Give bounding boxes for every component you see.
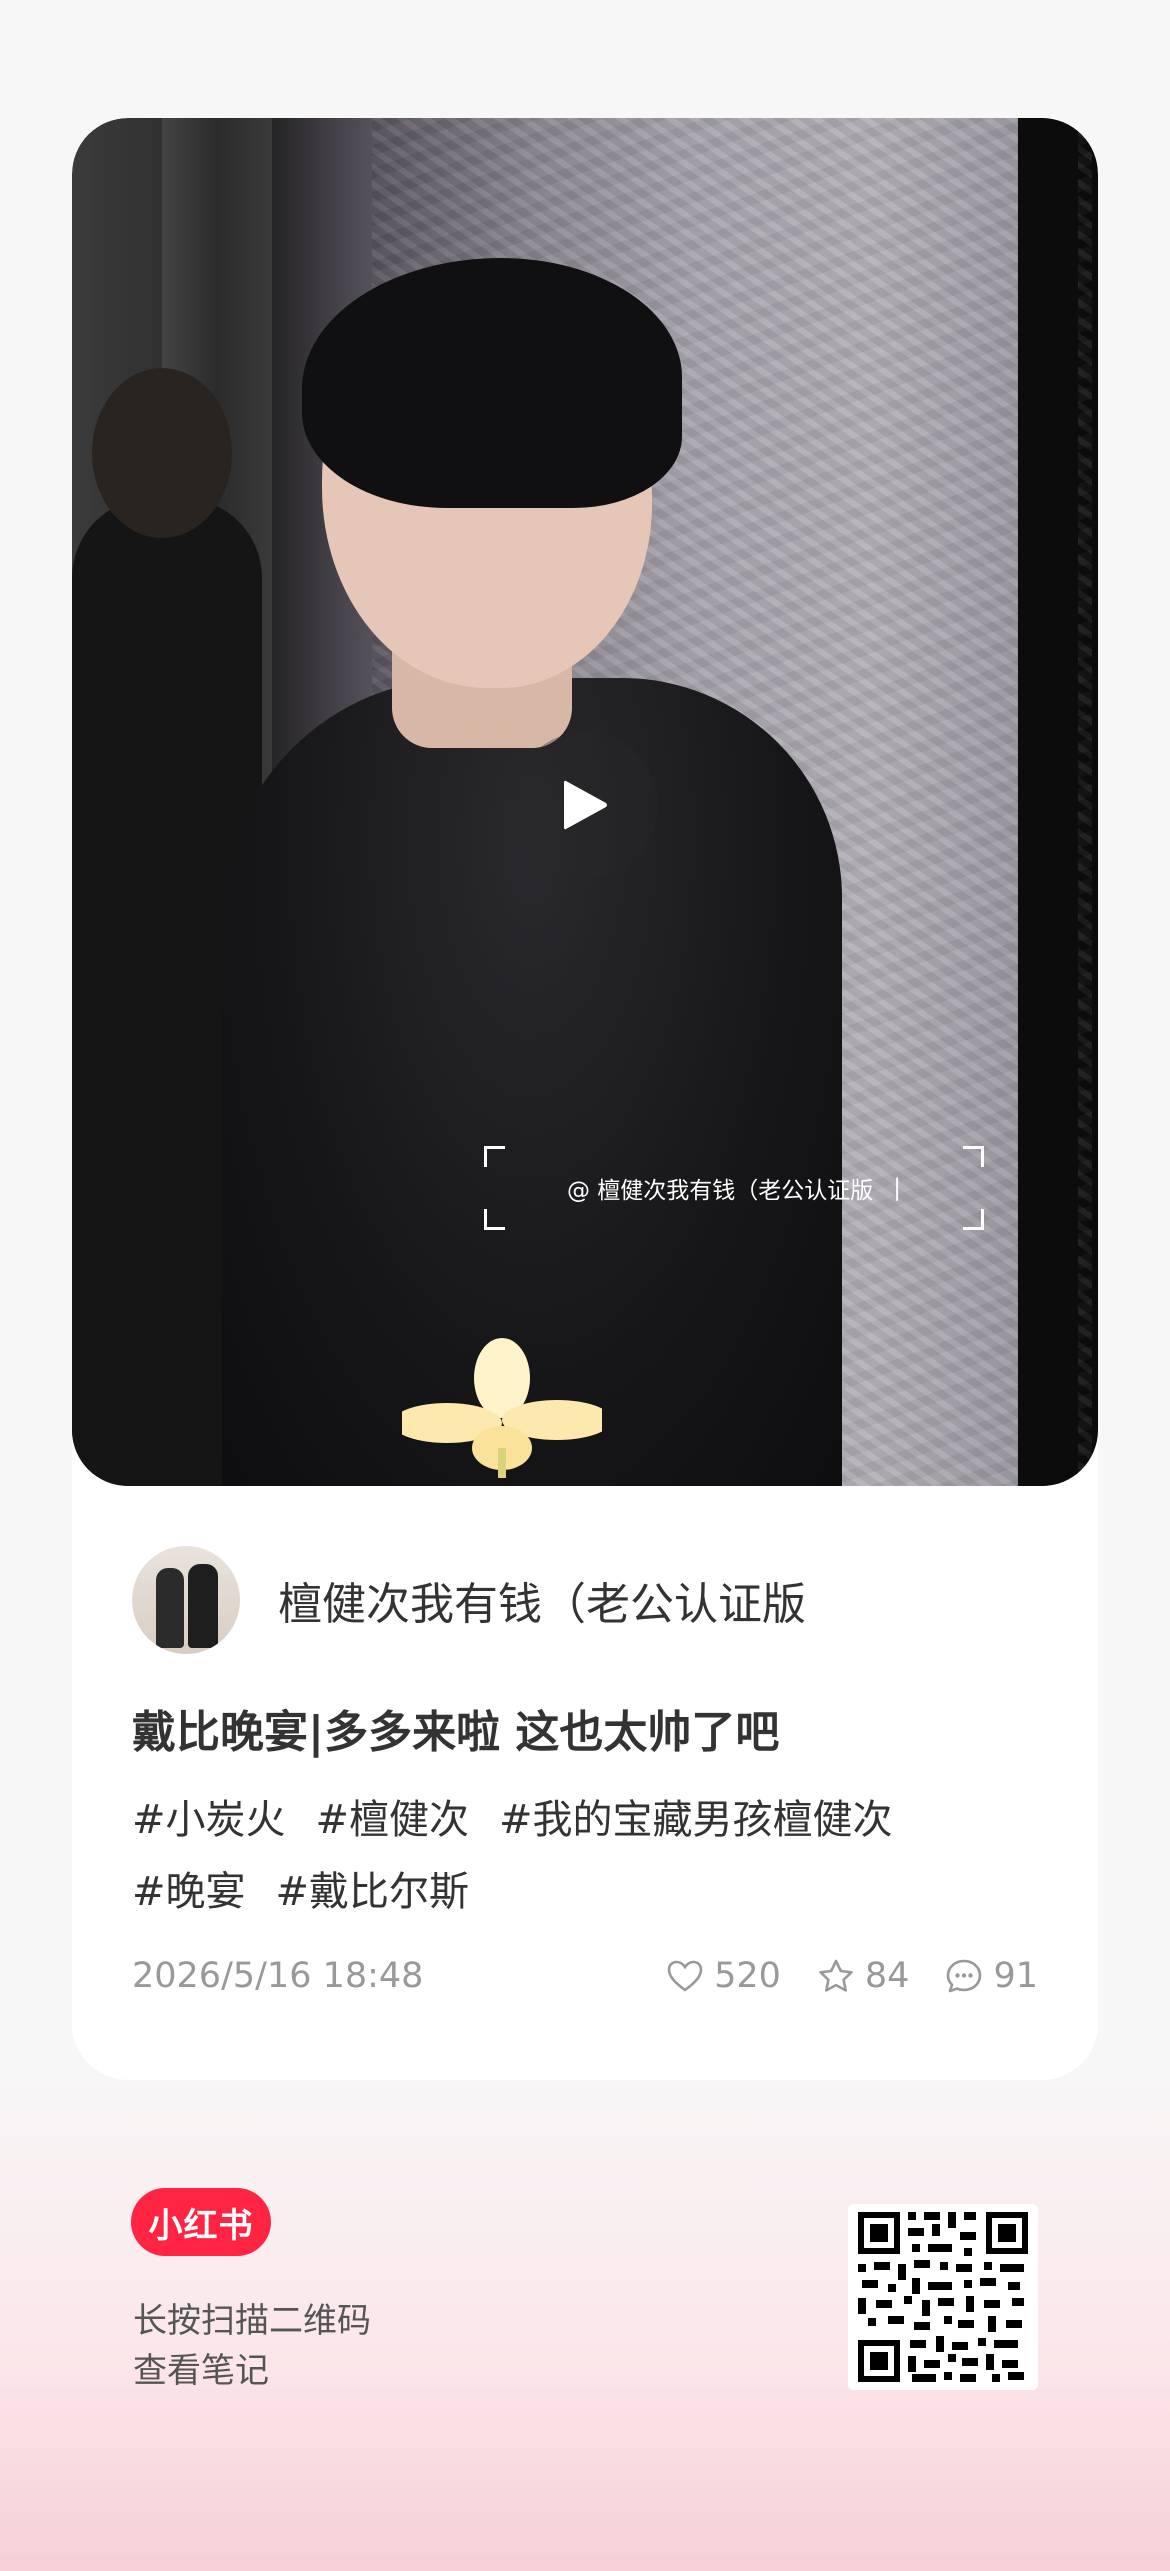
author-row[interactable]: 檀健次我有钱（老公认证版: [132, 1546, 806, 1654]
avatar-figure: [156, 1568, 184, 1648]
post-date: 2026/5/16 18:48: [132, 1956, 424, 1996]
avatar-figure: [188, 1564, 218, 1648]
watermark-corner: [484, 1209, 505, 1230]
comment-count: 91: [993, 1956, 1038, 1996]
background-person-head: [92, 368, 232, 538]
watermark-corner: [484, 1146, 505, 1167]
subject-hair: [302, 258, 682, 508]
hashtag[interactable]: #晚宴: [132, 1856, 246, 1928]
scan-instruction-line: 查看笔记: [133, 2351, 269, 2391]
comment-icon: [947, 1959, 982, 1993]
star-icon: [819, 1959, 853, 1992]
watermark-corner: [963, 1146, 984, 1167]
background-stripe: [1018, 118, 1078, 1486]
comment-stat[interactable]: 91: [945, 1956, 1038, 1996]
hashtag[interactable]: #我的宝藏男孩檀健次: [499, 1784, 893, 1856]
video-thumbnail[interactable]: @ 檀健次我有钱（老公认证版 |: [72, 118, 1098, 1486]
xiaohongshu-logo: 小红书: [131, 2188, 271, 2256]
favorite-count: 84: [864, 1956, 910, 1996]
video-watermark: @ 檀健次我有钱（老公认证版 |: [484, 1146, 984, 1230]
favorite-stat[interactable]: 84: [817, 1956, 910, 1996]
heart-icon: [667, 1960, 703, 1992]
hashtag[interactable]: #戴比尔斯: [276, 1856, 470, 1928]
hashtag[interactable]: #小炭火: [132, 1784, 286, 1856]
watermark-cursor: |: [893, 1175, 902, 1201]
tag-list: #小炭火 #檀健次 #我的宝藏男孩檀健次 #晚宴 #戴比尔斯: [132, 1784, 1052, 1928]
watermark-corner: [963, 1209, 984, 1230]
note-title: 戴比晚宴|多多来啦 这也太帅了吧: [132, 1707, 780, 1758]
hashtag[interactable]: #檀健次: [316, 1784, 470, 1856]
like-count: 520: [714, 1956, 781, 1996]
avatar[interactable]: [132, 1546, 240, 1654]
scan-instructions: 长按扫描二维码 查看笔记: [133, 2296, 371, 2396]
author-name[interactable]: 檀健次我有钱（老公认证版: [278, 1568, 806, 1632]
play-button[interactable]: [512, 732, 658, 878]
watermark-text: @ 檀健次我有钱（老公认证版: [566, 1178, 874, 1204]
qr-code[interactable]: [848, 2204, 1038, 2390]
note-meta: 2026/5/16 18:48 520 84 91: [132, 1956, 1038, 1996]
play-icon: [564, 780, 607, 830]
note-card: @ 檀健次我有钱（老公认证版 | 檀健次我有钱（老公认证版 戴比晚宴|多多来啦 …: [72, 118, 1098, 2080]
flower-decoration: [402, 1338, 602, 1478]
like-stat[interactable]: 520: [666, 1956, 781, 1996]
scan-instruction-line: 长按扫描二维码: [133, 2301, 371, 2341]
